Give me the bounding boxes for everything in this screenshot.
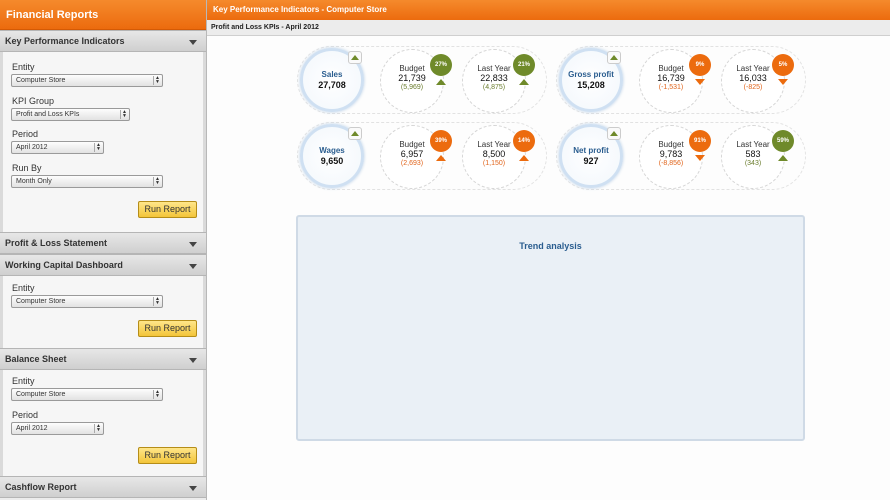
section-header-cashflow[interactable]: Cashflow Report — [0, 476, 206, 498]
spinner-icon: ▲ ▼ — [153, 76, 161, 85]
arrow-up-icon — [519, 79, 529, 85]
arrow-up-icon — [610, 131, 618, 136]
section-header-pl[interactable]: Profit & Loss Statement — [0, 232, 206, 254]
period-label: Period — [12, 129, 39, 139]
trend-analysis-title: Trend analysis — [519, 241, 582, 251]
entity-label: Entity — [12, 376, 35, 386]
kpi-group-label: KPI Group — [12, 96, 55, 106]
chevron-down-icon — [189, 40, 197, 45]
section-title: Working Capital Dashboard — [5, 260, 123, 270]
section-title: Cashflow Report — [5, 482, 77, 492]
run-report-button[interactable]: Run Report — [138, 320, 197, 337]
section-header-balance-sheet[interactable]: Balance Sheet — [0, 348, 206, 370]
period-label: Period — [12, 410, 39, 420]
kpi-group-sales: Sales 27,708 Budget 21,739 (5,969) 27% L… — [297, 46, 547, 114]
arrow-down-icon — [695, 79, 705, 85]
spinner-icon: ▲ ▼ — [153, 390, 161, 399]
run-report-button[interactable]: Run Report — [138, 201, 197, 218]
section-title: Profit & Loss Statement — [5, 238, 108, 248]
chevron-down-icon — [189, 358, 197, 363]
entity-select[interactable]: Computer Store ▲ ▼ — [11, 388, 163, 401]
pct-badge: 14% — [513, 130, 535, 152]
period-select[interactable]: April 2012 ▲ ▼ — [11, 141, 104, 154]
run-by-select[interactable]: Month Only ▲ ▼ — [11, 175, 163, 188]
entity-label: Entity — [12, 62, 35, 72]
toggle-button[interactable] — [607, 127, 621, 140]
entity-select[interactable]: Computer Store ▲ ▼ — [11, 74, 163, 87]
kpi-group-gross-profit: Gross profit 15,208 Budget 16,739 (-1,53… — [556, 46, 806, 114]
pct-badge: 21% — [513, 54, 535, 76]
spinner-icon: ▲ ▼ — [120, 110, 128, 119]
pct-badge: 27% — [430, 54, 452, 76]
kpi-group-net-profit: Net profit 927 Budget 9,783 (-8,856) 91%… — [556, 122, 806, 190]
arrow-up-icon — [351, 55, 359, 60]
toggle-button[interactable] — [348, 127, 362, 140]
sidebar-title: Financial Reports — [0, 0, 206, 30]
pct-badge: 9% — [689, 54, 711, 76]
section-header-working-capital[interactable]: Working Capital Dashboard — [0, 254, 206, 276]
chevron-down-icon — [189, 242, 197, 247]
entity-label: Entity — [12, 283, 35, 293]
spinner-icon: ▲ ▼ — [153, 177, 161, 186]
arrow-up-icon — [436, 155, 446, 161]
entity-select[interactable]: Computer Store ▲ ▼ — [11, 295, 163, 308]
arrow-down-icon — [778, 79, 788, 85]
arrow-up-icon — [351, 131, 359, 136]
run-report-button[interactable]: Run Report — [138, 447, 197, 464]
main-content: Key Performance Indicators - Computer St… — [207, 0, 890, 500]
working-capital-body: Entity Computer Store ▲ ▼ Run Report — [0, 276, 206, 348]
spinner-icon: ▲ ▼ — [94, 424, 102, 433]
chevron-down-icon — [189, 486, 197, 491]
toggle-button[interactable] — [607, 51, 621, 64]
section-title: Balance Sheet — [5, 354, 67, 364]
arrow-up-icon — [778, 155, 788, 161]
main-header: Key Performance Indicators - Computer St… — [207, 0, 890, 20]
section-title: Key Performance Indicators — [5, 36, 125, 46]
arrow-down-icon — [695, 155, 705, 161]
pct-badge: 59% — [772, 130, 794, 152]
arrow-up-icon — [436, 79, 446, 85]
trend-analysis-panel: Trend analysis — [296, 215, 805, 441]
spinner-icon: ▲ ▼ — [94, 143, 102, 152]
arrow-up-icon — [610, 55, 618, 60]
kpi-section-body: Entity Computer Store ▲ ▼ KPI Group Profi… — [0, 52, 206, 232]
chevron-down-icon — [189, 264, 197, 269]
toggle-button[interactable] — [348, 51, 362, 64]
spinner-icon: ▲ ▼ — [153, 297, 161, 306]
balance-sheet-body: Entity Computer Store ▲ ▼ Period April 20… — [0, 370, 206, 476]
kpi-group-select[interactable]: Profit and Loss KPIs ▲ ▼ — [11, 108, 130, 121]
pct-badge: 39% — [430, 130, 452, 152]
arrow-up-icon — [519, 155, 529, 161]
sidebar: Financial Reports Key Performance Indica… — [0, 0, 207, 500]
pct-badge: 91% — [689, 130, 711, 152]
sub-header: Profit and Loss KPIs - April 2012 — [207, 20, 890, 36]
section-header-kpi[interactable]: Key Performance Indicators — [0, 30, 206, 52]
run-by-label: Run By — [12, 163, 42, 173]
kpi-group-wages: Wages 9,650 Budget 6,957 (2,693) 39% Las… — [297, 122, 547, 190]
pct-badge: 5% — [772, 54, 794, 76]
period-select[interactable]: April 2012 ▲ ▼ — [11, 422, 104, 435]
